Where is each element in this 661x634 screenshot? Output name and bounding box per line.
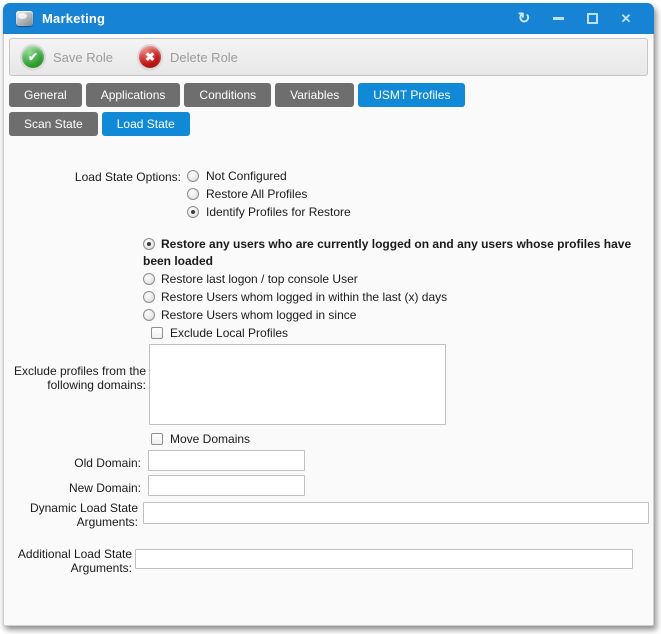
checkbox-icon — [151, 433, 163, 445]
additional-load-state-arguments-input[interactable] — [135, 549, 633, 569]
restore-options-group: Restore any users who are currently logg… — [143, 236, 645, 325]
radio-icon — [143, 273, 155, 285]
radio-icon — [187, 170, 199, 182]
dynamic-args-label: Dynamic Load State Arguments: — [4, 501, 138, 529]
load-state-panel: Load State Options: Not Configured Resto… — [4, 138, 653, 625]
radio-label: Restore All Profiles — [206, 187, 307, 201]
load-state-options-label: Load State Options: — [4, 170, 181, 184]
marketing-window: Marketing ↻ ✕ ✔ Save Role — [3, 3, 654, 626]
additional-args-label-line2: Arguments: — [4, 561, 132, 575]
window-controls: ↻ ✕ — [514, 9, 644, 29]
radio-label: Restore last logon / top console User — [161, 272, 358, 286]
radio-label: Restore Users whom logged in within the … — [161, 290, 447, 304]
radio-option-restore-all-profiles[interactable]: Restore All Profiles — [187, 185, 351, 203]
tab-usmt-profiles[interactable]: USMT Profiles — [358, 83, 465, 107]
tab-variables[interactable]: Variables — [275, 83, 354, 107]
tab-load-state[interactable]: Load State — [102, 112, 190, 136]
exclude-domains-label: Exclude profiles from the following doma… — [4, 364, 146, 392]
close-icon: ✕ — [621, 12, 632, 25]
tab-scan-state-label: Scan State — [24, 117, 83, 131]
radio-option-restore-last-x-days[interactable]: Restore Users whom logged in within the … — [143, 289, 645, 306]
old-domain-input[interactable] — [148, 450, 305, 471]
tab-applications[interactable]: Applications — [86, 83, 181, 107]
check-circle-icon: ✔ — [22, 46, 44, 68]
usmt-subtabs: Scan State Load State — [9, 112, 190, 136]
radio-icon-selected — [187, 206, 199, 218]
tab-conditions[interactable]: Conditions — [184, 83, 271, 107]
exclude-local-profiles-checkbox[interactable]: Exclude Local Profiles — [151, 324, 288, 342]
radio-option-identify-profiles[interactable]: Identify Profiles for Restore — [187, 203, 351, 221]
radio-icon-selected — [143, 238, 155, 250]
tab-load-state-label: Load State — [117, 117, 175, 131]
delete-role-button[interactable]: ✖ Delete Role — [139, 46, 238, 68]
delete-role-label: Delete Role — [170, 50, 238, 65]
new-domain-label: New Domain: — [4, 481, 141, 495]
additional-args-label-line1: Additional Load State — [4, 547, 132, 561]
radio-label: Not Configured — [206, 169, 287, 183]
tab-general[interactable]: General — [9, 83, 82, 107]
new-domain-input[interactable] — [148, 475, 305, 496]
minimize-icon — [553, 17, 564, 20]
refresh-button[interactable]: ↻ — [514, 9, 534, 29]
close-button[interactable]: ✕ — [616, 9, 636, 29]
checkbox-label: Exclude Local Profiles — [170, 326, 288, 340]
load-state-options-group: Not Configured Restore All Profiles Iden… — [187, 167, 351, 221]
tab-applications-label: Applications — [101, 88, 166, 102]
app-icon — [16, 11, 33, 26]
maximize-button[interactable] — [582, 9, 602, 29]
maximize-icon — [587, 13, 598, 24]
refresh-icon: ↻ — [518, 11, 531, 26]
radio-icon — [143, 309, 155, 321]
radio-label: Restore Users whom logged in since — [161, 308, 356, 322]
radio-option-restore-last-logon[interactable]: Restore last logon / top console User — [143, 271, 645, 288]
tab-variables-label: Variables — [290, 88, 339, 102]
window-title: Marketing — [42, 11, 105, 26]
titlebar: Marketing ↻ ✕ — [3, 3, 654, 34]
tab-conditions-label: Conditions — [199, 88, 256, 102]
tab-general-label: General — [24, 88, 67, 102]
additional-args-label: Additional Load State Arguments: — [4, 547, 132, 575]
radio-label: Identify Profiles for Restore — [206, 205, 351, 219]
dynamic-args-label-line2: Arguments: — [4, 515, 138, 529]
minimize-button[interactable] — [548, 9, 568, 29]
screen: Marketing ↻ ✕ ✔ Save Role — [0, 0, 661, 634]
old-domain-label: Old Domain: — [4, 456, 141, 470]
radio-label: Restore any users who are currently logg… — [143, 237, 631, 268]
radio-option-restore-since[interactable]: Restore Users whom logged in since — [143, 307, 645, 324]
radio-option-not-configured[interactable]: Not Configured — [187, 167, 351, 185]
main-tabs: General Applications Conditions Variable… — [9, 83, 465, 107]
radio-icon — [143, 291, 155, 303]
tab-scan-state[interactable]: Scan State — [9, 112, 98, 136]
dynamic-args-label-line1: Dynamic Load State — [4, 501, 138, 515]
tab-usmt-profiles-label: USMT Profiles — [373, 88, 450, 102]
save-role-label: Save Role — [53, 50, 113, 65]
radio-icon — [187, 188, 199, 200]
dynamic-load-state-arguments-input[interactable] — [143, 502, 649, 524]
save-role-button[interactable]: ✔ Save Role — [22, 46, 113, 68]
checkbox-label: Move Domains — [170, 432, 250, 446]
move-domains-checkbox[interactable]: Move Domains — [151, 430, 250, 448]
radio-option-restore-logged-on-users[interactable]: Restore any users who are currently logg… — [143, 236, 645, 270]
x-circle-icon: ✖ — [139, 46, 161, 68]
checkbox-icon — [151, 327, 163, 339]
toolbar: ✔ Save Role ✖ Delete Role — [9, 38, 648, 76]
exclude-domains-textarea[interactable] — [149, 344, 446, 425]
